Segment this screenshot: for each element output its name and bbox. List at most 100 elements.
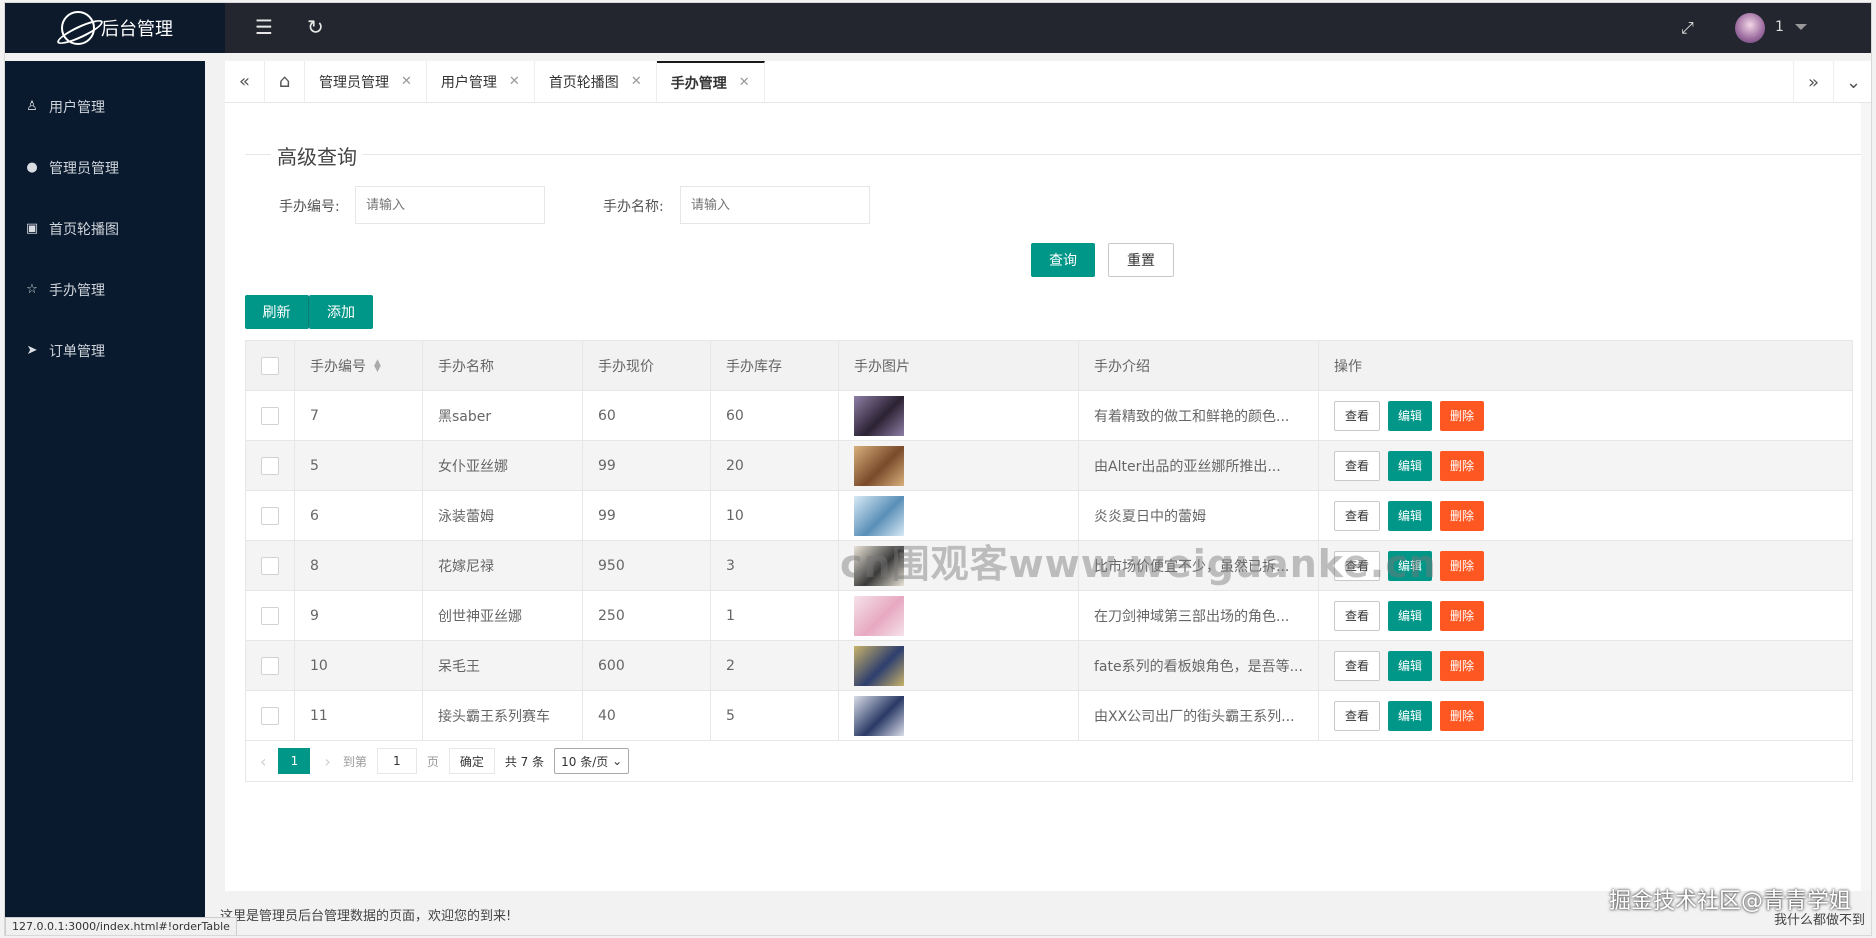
tab-label: 手办管理 xyxy=(670,75,727,92)
row-checkbox[interactable] xyxy=(261,406,279,425)
page-size-value: 10 条/页 xyxy=(561,754,609,769)
figure-thumbnail[interactable] xyxy=(854,445,904,486)
edit-button[interactable]: 编辑 xyxy=(1388,600,1432,631)
close-icon[interactable]: ✕ xyxy=(739,75,750,90)
add-button[interactable]: 添加 xyxy=(309,295,373,329)
edit-button[interactable]: 编辑 xyxy=(1388,500,1432,531)
cell-intro: 在刀剑神域第三部出场的角色... xyxy=(1079,591,1319,640)
tab-admins[interactable]: 管理员管理 ✕ xyxy=(305,61,427,102)
figure-thumbnail[interactable] xyxy=(854,495,904,536)
cell-name: 接头霸王系列赛车 xyxy=(423,691,583,740)
view-button[interactable]: 查看 xyxy=(1334,400,1380,431)
chevron-down-icon[interactable] xyxy=(1795,24,1807,30)
delete-button[interactable]: 删除 xyxy=(1440,550,1484,581)
close-icon[interactable]: ✕ xyxy=(631,74,642,89)
sidebar-item-carousel[interactable]: ▣ 首页轮播图 xyxy=(5,198,205,259)
table-header: 手办编号 ▲ ▼ 手办名称 手办现价 手办库存 手办图片 手办介绍 操作 xyxy=(246,341,1852,391)
view-button[interactable]: 查看 xyxy=(1334,450,1380,481)
delete-button[interactable]: 删除 xyxy=(1440,650,1484,681)
sidebar-item-admins[interactable]: ● 管理员管理 xyxy=(5,137,205,198)
figure-thumbnail[interactable] xyxy=(854,645,904,686)
tab-label: 管理员管理 xyxy=(319,74,389,91)
row-checkbox[interactable] xyxy=(261,706,279,725)
avatar[interactable] xyxy=(1735,13,1765,43)
column-header-id[interactable]: 手办编号 ▲ ▼ xyxy=(295,341,423,390)
query-button[interactable]: 查询 xyxy=(1031,243,1095,277)
home-tab-icon[interactable]: ⌂ xyxy=(265,61,305,102)
edit-button[interactable]: 编辑 xyxy=(1388,400,1432,431)
column-label: 手办编号 xyxy=(310,358,366,375)
tabs-scroll-right-icon[interactable]: » xyxy=(1793,61,1833,103)
table-row: 7 黑saber 60 60 有着精致的做工和鲜艳的颜色... 查看 编辑 删除 xyxy=(246,391,1852,441)
delete-button[interactable]: 删除 xyxy=(1440,500,1484,531)
header-checkbox-cell xyxy=(246,341,295,390)
current-page[interactable]: 1 xyxy=(278,748,311,774)
sort-icon[interactable]: ▲ ▼ xyxy=(374,358,381,373)
fullscreen-icon[interactable]: ⤢ xyxy=(1681,18,1694,38)
sidebar-item-figures[interactable]: ☆ 手办管理 xyxy=(5,259,205,320)
edit-button[interactable]: 编辑 xyxy=(1388,650,1432,681)
edit-button[interactable]: 编辑 xyxy=(1388,450,1432,481)
figure-thumbnail[interactable] xyxy=(854,595,904,636)
column-label: 手办名称 xyxy=(438,358,494,375)
refresh-icon[interactable]: ↻ xyxy=(307,15,324,39)
menu-collapse-icon[interactable]: ☰ xyxy=(255,15,273,39)
cell-price: 40 xyxy=(583,691,711,740)
delete-button[interactable]: 删除 xyxy=(1440,600,1484,631)
tab-carousel[interactable]: 首页轮播图 ✕ xyxy=(535,61,657,102)
page-size-select[interactable]: 10 条/页 ⌄ xyxy=(554,748,630,774)
view-button[interactable]: 查看 xyxy=(1334,650,1380,681)
prev-page-icon[interactable]: ‹ xyxy=(260,752,266,771)
cell-image xyxy=(839,641,1079,690)
column-label: 手办介绍 xyxy=(1094,358,1150,375)
row-checkbox[interactable] xyxy=(261,506,279,525)
view-button[interactable]: 查看 xyxy=(1334,500,1380,531)
sidebar-item-label: 订单管理 xyxy=(49,343,105,360)
figure-id-label: 手办编号: xyxy=(279,199,340,215)
column-label: 手办图片 xyxy=(854,358,910,375)
cell-actions: 查看 编辑 删除 xyxy=(1319,691,1852,740)
close-icon[interactable]: ✕ xyxy=(401,74,412,89)
figure-id-input[interactable] xyxy=(355,186,545,224)
delete-button[interactable]: 删除 xyxy=(1440,700,1484,731)
view-button[interactable]: 查看 xyxy=(1334,600,1380,631)
tabs-menu-chevron-icon[interactable]: ⌄ xyxy=(1833,61,1871,103)
tabs-scroll-left-icon[interactable]: « xyxy=(225,61,265,102)
edit-button[interactable]: 编辑 xyxy=(1388,700,1432,731)
row-checkbox-cell xyxy=(246,641,295,690)
row-checkbox[interactable] xyxy=(261,556,279,575)
page-confirm-button[interactable]: 确定 xyxy=(448,748,495,774)
scrollbar[interactable] xyxy=(1861,103,1871,893)
app-title: 后台管理 xyxy=(101,19,173,40)
view-button[interactable]: 查看 xyxy=(1334,700,1380,731)
tab-figures[interactable]: 手办管理 ✕ xyxy=(656,61,765,102)
delete-button[interactable]: 删除 xyxy=(1440,450,1484,481)
sidebar: ♙ 用户管理 ● 管理员管理 ▣ 首页轮播图 ☆ 手办管理 ➤ 订单管理 xyxy=(5,61,205,921)
user-icon: ♙ xyxy=(26,99,38,114)
next-page-icon[interactable]: › xyxy=(324,752,330,771)
sidebar-item-orders[interactable]: ➤ 订单管理 xyxy=(5,320,205,381)
tab-users[interactable]: 用户管理 ✕ xyxy=(427,61,535,102)
goto-label: 到第 xyxy=(342,754,367,769)
cell-intro: 有着精致的做工和鲜艳的颜色... xyxy=(1079,391,1319,440)
sidebar-item-users[interactable]: ♙ 用户管理 xyxy=(5,76,205,137)
cell-actions: 查看 编辑 删除 xyxy=(1319,441,1852,490)
figure-thumbnail[interactable] xyxy=(854,695,904,736)
row-checkbox[interactable] xyxy=(261,606,279,625)
page-input[interactable]: 1 xyxy=(376,748,417,774)
close-icon[interactable]: ✕ xyxy=(509,74,520,89)
row-checkbox[interactable] xyxy=(261,456,279,475)
row-checkbox[interactable] xyxy=(261,656,279,675)
delete-button[interactable]: 删除 xyxy=(1440,400,1484,431)
figure-name-input[interactable] xyxy=(680,186,870,224)
user-name[interactable]: 1 xyxy=(1775,19,1784,35)
select-all-checkbox[interactable] xyxy=(261,356,279,375)
table-row: 10 呆毛王 600 2 fate系列的看板娘角色，是吾等... 查看 编辑 删… xyxy=(246,641,1852,691)
cell-stock: 20 xyxy=(711,441,839,490)
sidebar-item-label: 首页轮播图 xyxy=(49,221,119,238)
figure-thumbnail[interactable] xyxy=(854,395,904,436)
footer-text: 这里是管理员后台管理数据的页面，欢迎您的到来! xyxy=(220,908,512,924)
column-header-name: 手办名称 xyxy=(423,341,583,390)
reset-button[interactable]: 重置 xyxy=(1108,243,1174,277)
refresh-button[interactable]: 刷新 xyxy=(245,295,309,329)
